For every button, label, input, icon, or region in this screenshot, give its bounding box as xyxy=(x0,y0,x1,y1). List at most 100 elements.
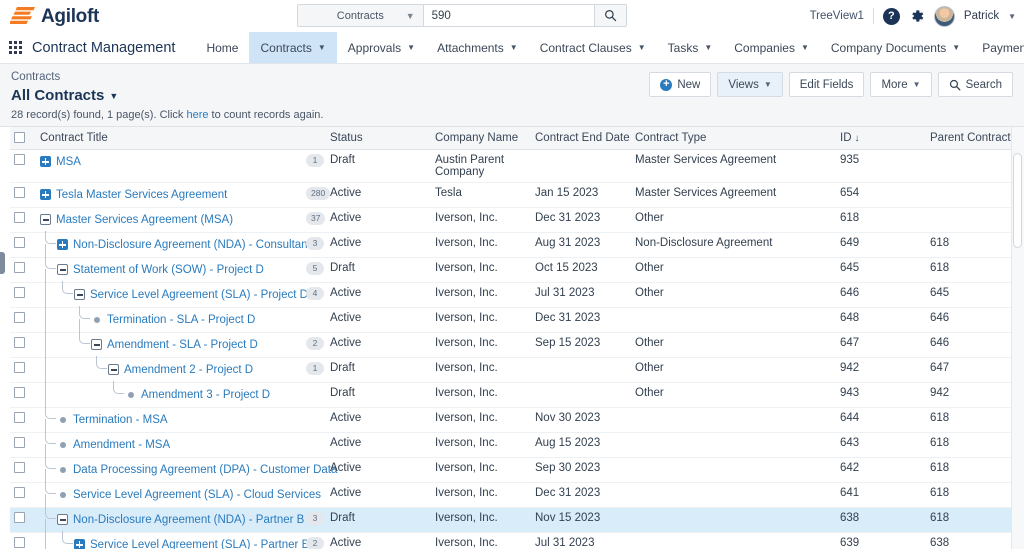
app-grid-icon[interactable] xyxy=(9,40,22,55)
tree-collapse-icon[interactable] xyxy=(74,289,85,300)
parent-contract-id-cell: 618 xyxy=(926,232,1024,258)
table-row[interactable]: Master Services Agreement (MSA) 37 Active I… xyxy=(10,207,1024,233)
column-header-status[interactable]: Status xyxy=(326,127,431,150)
row-checkbox[interactable] xyxy=(14,361,25,373)
table-row[interactable]: MSA 1 Draft Austin Parent Company Master Ser… xyxy=(10,149,1024,183)
row-checkbox[interactable] xyxy=(14,261,25,273)
contract-title-link[interactable]: Statement of Work (SOW) - Project D xyxy=(73,264,264,276)
row-checkbox[interactable] xyxy=(14,411,25,423)
tree-expand-icon[interactable] xyxy=(57,239,68,250)
tree-expand-icon[interactable] xyxy=(40,156,51,167)
table-row[interactable]: Tesla Master Services Agreement 280 Active… xyxy=(10,182,1024,208)
user-avatar[interactable] xyxy=(933,5,955,27)
nav-item-contract-clauses[interactable]: Contract Clauses ▼ xyxy=(529,32,657,63)
view-title-dropdown[interactable]: All Contracts ▼ xyxy=(11,87,118,104)
nav-item-payments[interactable]: Payments▼ xyxy=(971,32,1024,63)
row-checkbox[interactable] xyxy=(14,211,25,223)
table-row[interactable]: Amendment 3 - Project D Draft Iverson, Inc… xyxy=(10,380,1024,409)
views-button[interactable]: Views ▼ xyxy=(717,72,783,97)
row-checkbox[interactable] xyxy=(14,286,25,298)
contract-title-link[interactable]: Service Level Agreement (SLA) - Partner … xyxy=(90,539,309,550)
search-button[interactable]: Search xyxy=(937,72,1013,97)
nav-item-approvals[interactable]: Approvals ▼ xyxy=(337,32,426,63)
edit-fields-button[interactable]: Edit Fields xyxy=(788,72,865,97)
contract-title-link[interactable]: Termination - MSA xyxy=(73,414,168,426)
column-header-id[interactable]: ID ↓ xyxy=(836,127,926,150)
column-header-company[interactable]: Company Name xyxy=(431,127,531,150)
tree-collapse-icon[interactable] xyxy=(108,364,119,375)
table-row[interactable]: Non-Disclosure Agreement (NDA) - Consult… xyxy=(10,230,1024,260)
nav-item-companies[interactable]: Companies ▼ xyxy=(723,32,820,63)
chevron-down-icon[interactable]: ▼ xyxy=(1008,12,1016,21)
column-header-title[interactable]: Contract Title xyxy=(36,127,326,150)
company-name-cell: Iverson, Inc. xyxy=(431,282,531,308)
contract-title-link[interactable]: Amendment 2 - Project D xyxy=(124,364,253,376)
select-all-checkbox[interactable] xyxy=(14,132,25,144)
row-checkbox[interactable] xyxy=(14,436,25,448)
table-row[interactable]: Amendment - SLA - Project D 2 Active Iverso… xyxy=(10,330,1024,359)
tree-collapse-icon[interactable] xyxy=(40,214,51,225)
agiloft-logo[interactable]: Agiloft xyxy=(10,6,99,26)
table-row[interactable]: Termination - SLA - Project D Active Ivers… xyxy=(10,305,1024,335)
tree-expand-icon[interactable] xyxy=(74,539,85,549)
contract-title-link[interactable]: Termination - SLA - Project D xyxy=(107,314,255,326)
search-input[interactable] xyxy=(423,5,594,26)
contract-title-link[interactable]: Service Level Agreement (SLA) - Cloud Se… xyxy=(73,489,321,501)
contract-title-link[interactable]: Non-Disclosure Agreement (NDA) - Partner… xyxy=(73,514,304,526)
scrollbar-thumb[interactable] xyxy=(1013,153,1022,248)
row-checkbox[interactable] xyxy=(14,486,25,498)
vertical-scrollbar[interactable] xyxy=(1011,127,1024,549)
column-header-type[interactable]: Contract Type xyxy=(631,127,836,150)
table-row[interactable]: Service Level Agreement (SLA) - Cloud Se… xyxy=(10,480,1024,510)
contract-title-link[interactable]: Tesla Master Services Agreement xyxy=(56,189,227,201)
new-button[interactable]: + New xyxy=(649,72,712,97)
contract-title-link[interactable]: Amendment 3 - Project D xyxy=(141,389,270,401)
nav-item-home[interactable]: Home xyxy=(195,32,249,63)
contract-title-link[interactable]: Amendment - MSA xyxy=(73,439,170,451)
row-checkbox[interactable] xyxy=(14,186,25,198)
sidebar-collapse-handle[interactable] xyxy=(0,252,5,274)
contract-title-link[interactable]: Non-Disclosure Agreement (NDA) - Consult… xyxy=(73,239,321,251)
table-row[interactable]: Amendment 2 - Project D 1 Draft Iverson, In… xyxy=(10,355,1024,384)
global-search[interactable]: Contracts ▼ xyxy=(297,4,627,27)
search-submit-button[interactable] xyxy=(593,5,626,26)
row-checkbox[interactable] xyxy=(14,536,25,548)
row-checkbox[interactable] xyxy=(14,511,25,523)
table-row[interactable]: Service Level Agreement (SLA) - Project … xyxy=(10,280,1024,309)
row-checkbox[interactable] xyxy=(14,461,25,473)
search-scope-value: Contracts xyxy=(336,9,384,22)
table-row[interactable]: Amendment - MSA Active Iverson, Inc. Aug 15… xyxy=(10,430,1024,460)
contract-title-link[interactable]: MSA xyxy=(56,156,81,168)
row-checkbox[interactable] xyxy=(14,236,25,248)
tree-collapse-icon[interactable] xyxy=(91,339,102,350)
help-icon[interactable]: ? xyxy=(882,7,900,25)
row-checkbox[interactable] xyxy=(14,153,25,165)
gear-icon[interactable] xyxy=(909,8,925,24)
column-header-label: ID xyxy=(840,131,852,144)
table-row[interactable]: Non-Disclosure Agreement (NDA) - Partner… xyxy=(10,505,1024,535)
row-checkbox[interactable] xyxy=(14,386,25,398)
row-checkbox[interactable] xyxy=(14,336,25,348)
table-row[interactable]: Service Level Agreement (SLA) - Partner … xyxy=(10,530,1024,550)
contract-title-link[interactable]: Data Processing Agreement (DPA) - Custom… xyxy=(73,464,337,476)
column-header-end_date[interactable]: Contract End Date xyxy=(531,127,631,150)
nav-item-contracts[interactable]: Contracts ▼ xyxy=(249,32,337,63)
contract-title-link[interactable]: Service Level Agreement (SLA) - Project … xyxy=(90,289,308,301)
nav-item-attachments[interactable]: Attachments ▼ xyxy=(426,32,529,63)
contract-title-link[interactable]: Master Services Agreement (MSA) xyxy=(56,214,233,226)
row-checkbox[interactable] xyxy=(14,311,25,323)
status-cell: 3 Draft xyxy=(306,507,431,533)
nav-item-tasks[interactable]: Tasks ▼ xyxy=(657,32,724,63)
search-scope-select[interactable]: Contracts ▼ xyxy=(298,5,424,26)
table-row[interactable]: Termination - MSA Active Iverson, Inc. Nov … xyxy=(10,405,1024,435)
tree-collapse-icon[interactable] xyxy=(57,264,68,275)
nav-item-company-documents[interactable]: Company Documents ▼ xyxy=(820,32,971,63)
column-header-parent_id[interactable]: Parent Contract ID xyxy=(926,127,1024,150)
recount-link[interactable]: here xyxy=(186,109,208,121)
more-button[interactable]: More ▼ xyxy=(870,72,932,97)
contract-title-link[interactable]: Amendment - SLA - Project D xyxy=(107,339,258,351)
tree-collapse-icon[interactable] xyxy=(57,514,68,525)
table-row[interactable]: Statement of Work (SOW) - Project D 5 Draf… xyxy=(10,255,1024,285)
tree-expand-icon[interactable] xyxy=(40,189,51,200)
table-row[interactable]: Data Processing Agreement (DPA) - Custom… xyxy=(10,455,1024,485)
